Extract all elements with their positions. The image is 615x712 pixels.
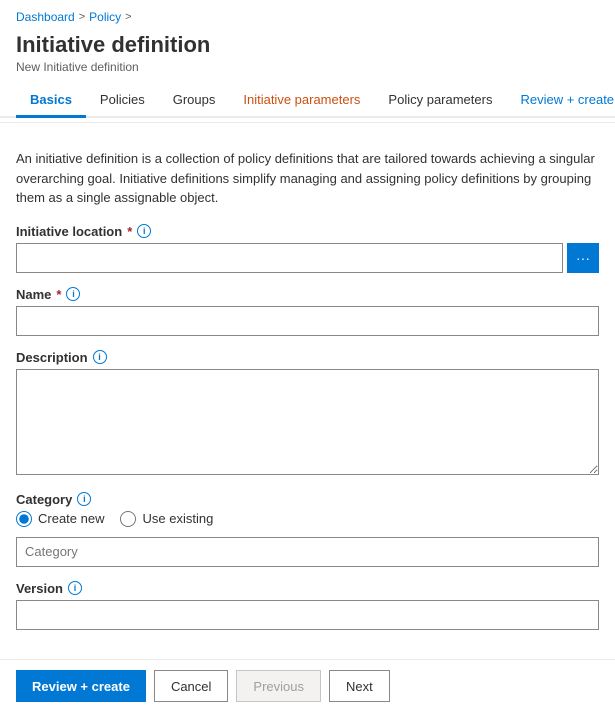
category-label: Category i	[16, 492, 599, 507]
page-subtitle: New Initiative definition	[0, 60, 615, 84]
initiative-location-group: Initiative location * i ···	[16, 224, 599, 273]
tab-policies[interactable]: Policies	[86, 84, 159, 118]
initiative-location-input[interactable]	[16, 243, 563, 273]
initiative-location-info-icon[interactable]: i	[137, 224, 151, 238]
breadcrumb-policy[interactable]: Policy	[89, 10, 121, 24]
main-content: An initiative definition is a collection…	[0, 137, 615, 656]
initiative-location-label-text: Initiative location	[16, 224, 122, 239]
name-info-icon[interactable]: i	[66, 287, 80, 301]
review-create-button[interactable]: Review + create	[16, 670, 146, 702]
name-input[interactable]	[16, 306, 599, 336]
description-label: Description i	[16, 350, 599, 365]
category-label-text: Category	[16, 492, 72, 507]
initiative-location-label: Initiative location * i	[16, 224, 599, 239]
category-use-existing-radio[interactable]	[120, 511, 136, 527]
description-label-text: Description	[16, 350, 88, 365]
initiative-location-required: *	[127, 224, 132, 239]
initiative-location-browse-button[interactable]: ···	[567, 243, 599, 273]
tab-initiative-parameters[interactable]: Initiative parameters	[229, 84, 374, 118]
tabs-container: Basics Policies Groups Initiative parame…	[0, 84, 615, 118]
description-text: An initiative definition is a collection…	[16, 149, 599, 208]
tab-basics[interactable]: Basics	[16, 84, 86, 118]
breadcrumb-dashboard[interactable]: Dashboard	[16, 10, 75, 24]
category-create-new-text: Create new	[38, 511, 104, 526]
breadcrumb: Dashboard > Policy >	[0, 0, 615, 30]
initiative-location-input-row: ···	[16, 243, 599, 273]
category-use-existing-label[interactable]: Use existing	[120, 511, 213, 527]
tab-groups[interactable]: Groups	[159, 84, 230, 118]
footer: Review + create Cancel Previous Next	[0, 659, 615, 712]
category-create-new-radio[interactable]	[16, 511, 32, 527]
tab-policy-parameters[interactable]: Policy parameters	[374, 84, 506, 118]
description-info-icon[interactable]: i	[93, 350, 107, 364]
cancel-button[interactable]: Cancel	[154, 670, 228, 702]
previous-button: Previous	[236, 670, 321, 702]
version-input[interactable]	[16, 600, 599, 630]
description-group: Description i	[16, 350, 599, 478]
category-info-icon[interactable]: i	[77, 492, 91, 506]
breadcrumb-sep-2: >	[125, 11, 131, 23]
browse-dots-icon: ···	[576, 250, 590, 266]
category-group: Category i Create new Use existing	[16, 492, 599, 567]
category-use-existing-text: Use existing	[142, 511, 213, 526]
page-title: Initiative definition	[0, 30, 615, 60]
description-input[interactable]	[16, 369, 599, 475]
category-options-row: Create new Use existing	[16, 511, 599, 527]
name-label: Name * i	[16, 287, 599, 302]
version-label: Version i	[16, 581, 599, 596]
tab-review-create[interactable]: Review + create	[506, 84, 615, 118]
name-label-text: Name	[16, 287, 51, 302]
breadcrumb-sep-1: >	[79, 11, 85, 23]
version-group: Version i	[16, 581, 599, 630]
name-group: Name * i	[16, 287, 599, 336]
version-info-icon[interactable]: i	[68, 581, 82, 595]
category-create-new-label[interactable]: Create new	[16, 511, 104, 527]
tab-divider	[0, 122, 615, 123]
version-label-text: Version	[16, 581, 63, 596]
category-input[interactable]	[16, 537, 599, 567]
name-required: *	[56, 287, 61, 302]
next-button[interactable]: Next	[329, 670, 390, 702]
